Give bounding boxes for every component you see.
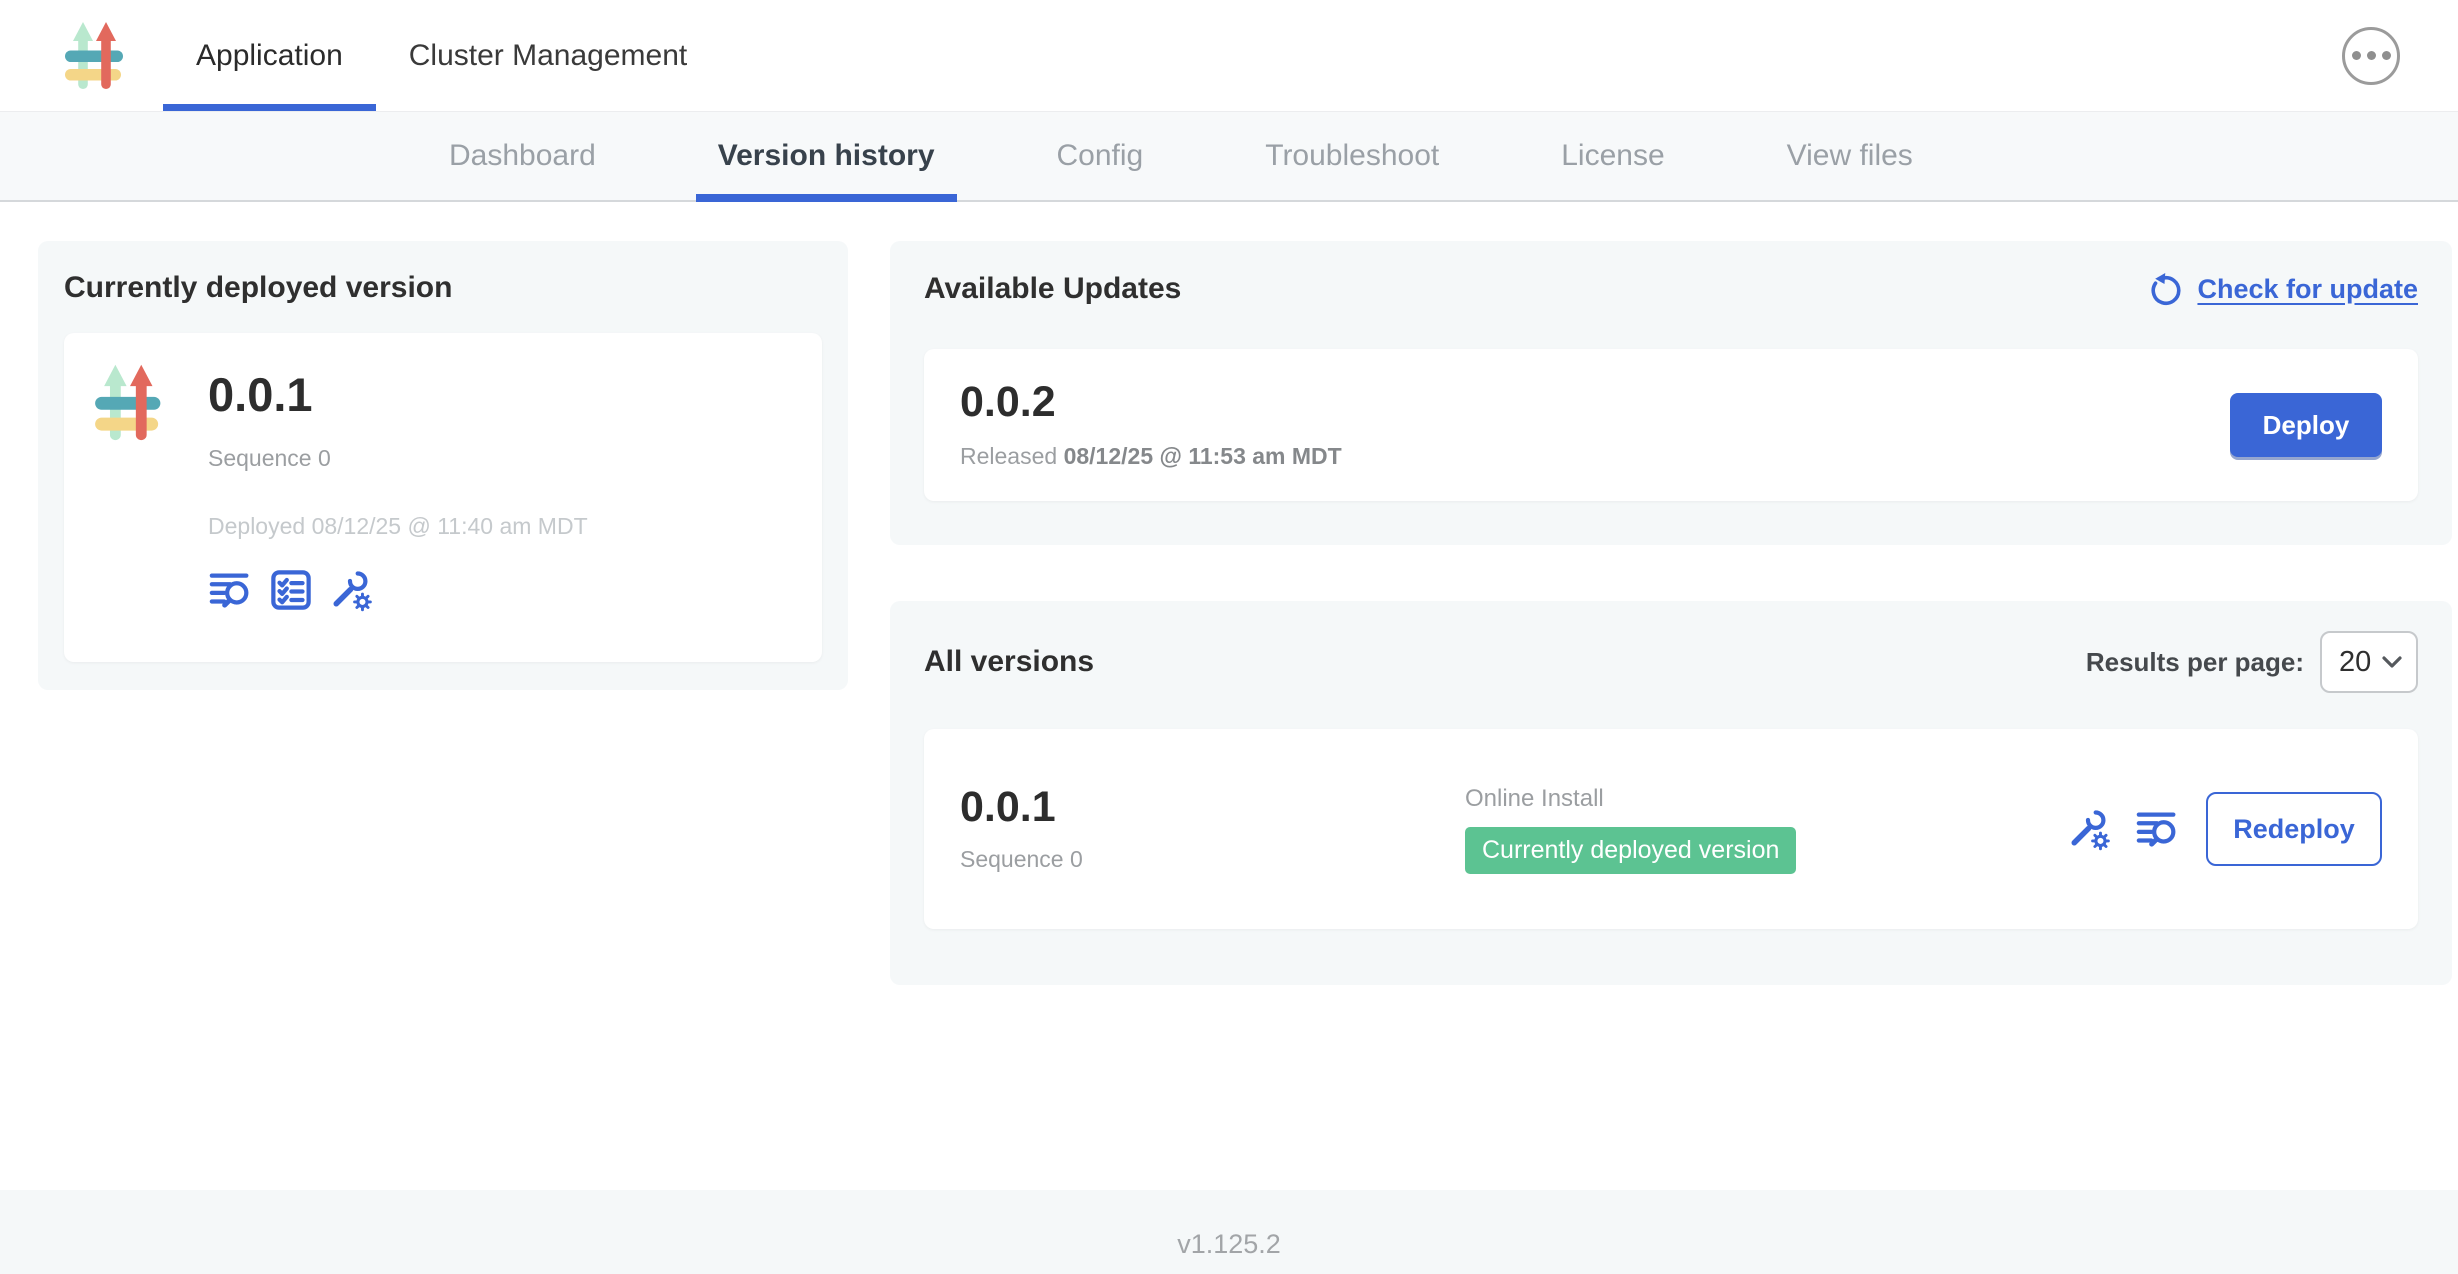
check-for-update-link[interactable]: Check for update	[2148, 271, 2418, 307]
subnav-item-dashboard[interactable]: Dashboard	[427, 112, 618, 200]
version-row: 0.0.1 Sequence 0 Online Install Currentl…	[924, 729, 2418, 929]
update-version-label: 0.0.2	[960, 381, 1342, 424]
deployed-sequence-label: Sequence 0	[208, 445, 588, 472]
results-per-page-label: Results per page:	[2086, 647, 2304, 678]
subnav-item-troubleshoot[interactable]: Troubleshoot	[1243, 112, 1461, 200]
deployed-version-label: 0.0.1	[208, 371, 588, 418]
console-version-label: v1.125.2	[1177, 1229, 1281, 1260]
available-updates-title: Available Updates	[924, 272, 1181, 306]
currently-deployed-title: Currently deployed version	[64, 271, 822, 305]
subnav-item-view-files[interactable]: View files	[1765, 112, 1935, 200]
ellipsis-icon	[2367, 51, 2376, 60]
all-versions-title: All versions	[924, 645, 1094, 679]
redeploy-button[interactable]: Redeploy	[2206, 792, 2382, 866]
refresh-icon	[2148, 271, 2184, 307]
ellipsis-icon	[2382, 51, 2391, 60]
available-updates-section: Available Updates Check for update 0.0.2…	[890, 241, 2452, 545]
results-per-page-select[interactable]: 20	[2320, 631, 2418, 693]
deploy-button[interactable]: Deploy	[2230, 393, 2382, 457]
top-header: Application Cluster Management	[0, 0, 2458, 112]
edit-config-icon[interactable]	[2066, 807, 2110, 851]
diff-icon[interactable]	[2135, 806, 2181, 852]
subnav-item-version-history[interactable]: Version history	[696, 112, 957, 200]
check-for-update-label: Check for update	[2197, 274, 2418, 305]
subnav-item-license[interactable]: License	[1539, 112, 1686, 200]
released-timestamp: Released 08/12/25 @ 11:53 am MDT	[960, 443, 1342, 470]
released-date: 08/12/25 @ 11:53 am MDT	[1064, 443, 1342, 469]
chevron-down-icon	[2382, 655, 2402, 669]
row-version-label: 0.0.1	[960, 786, 1465, 829]
results-per-page-value: 20	[2339, 646, 2371, 679]
primary-tabs: Application Cluster Management	[163, 0, 720, 111]
app-logo-icon	[94, 361, 166, 445]
more-options-button[interactable]	[2342, 27, 2400, 85]
currently-deployed-badge: Currently deployed version	[1465, 827, 1796, 874]
install-type-label: Online Install	[1465, 785, 1796, 813]
deployed-version-actions	[208, 567, 588, 613]
ellipsis-icon	[2352, 51, 2361, 60]
edit-config-icon[interactable]	[328, 568, 372, 612]
app-subnav: Dashboard Version history Config Trouble…	[0, 112, 2458, 202]
preflight-checks-icon[interactable]	[268, 567, 314, 613]
tab-cluster-management[interactable]: Cluster Management	[376, 0, 720, 111]
available-update-row: 0.0.2 Released 08/12/25 @ 11:53 am MDT D…	[924, 349, 2418, 501]
subnav-item-config[interactable]: Config	[1035, 112, 1166, 200]
deployed-timestamp: Deployed 08/12/25 @ 11:40 am MDT	[208, 513, 588, 540]
tab-application[interactable]: Application	[163, 0, 376, 111]
diff-icon[interactable]	[208, 567, 254, 613]
currently-deployed-section: Currently deployed version 0.0.1 Sequenc…	[38, 241, 848, 690]
released-prefix: Released	[960, 443, 1064, 469]
deployed-version-card: 0.0.1 Sequence 0 Deployed 08/12/25 @ 11:…	[64, 333, 822, 662]
all-versions-section: All versions Results per page: 20 0.0.1 …	[890, 601, 2452, 985]
footer: v1.125.2	[0, 1190, 2458, 1274]
app-logo-icon	[64, 18, 128, 94]
row-sequence-label: Sequence 0	[960, 846, 1465, 873]
